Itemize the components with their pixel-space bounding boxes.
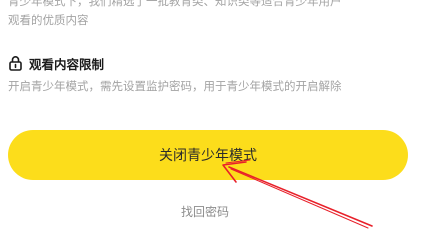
lock-icon xyxy=(9,56,22,71)
recover-password-link[interactable]: 找回密码 xyxy=(0,203,410,220)
intro-line-2: 观看的优质内容 xyxy=(8,13,89,27)
restriction-title: 观看内容限制 xyxy=(29,56,105,72)
restriction-section-header: 观看内容限制 xyxy=(8,53,104,73)
close-teen-mode-button[interactable]: 关闭青少年模式 xyxy=(8,130,408,180)
restriction-description: 开启青少年模式，需先设置监护密码，用于青少年模式的开启解除 xyxy=(8,79,342,93)
intro-text: 青少年模式下，我们精选了一批教育类、知识类等适合青少年用户 观看的优质内容 xyxy=(8,0,418,30)
intro-line-1: 青少年模式下，我们精选了一批教育类、知识类等适合青少年用户 xyxy=(8,0,342,8)
